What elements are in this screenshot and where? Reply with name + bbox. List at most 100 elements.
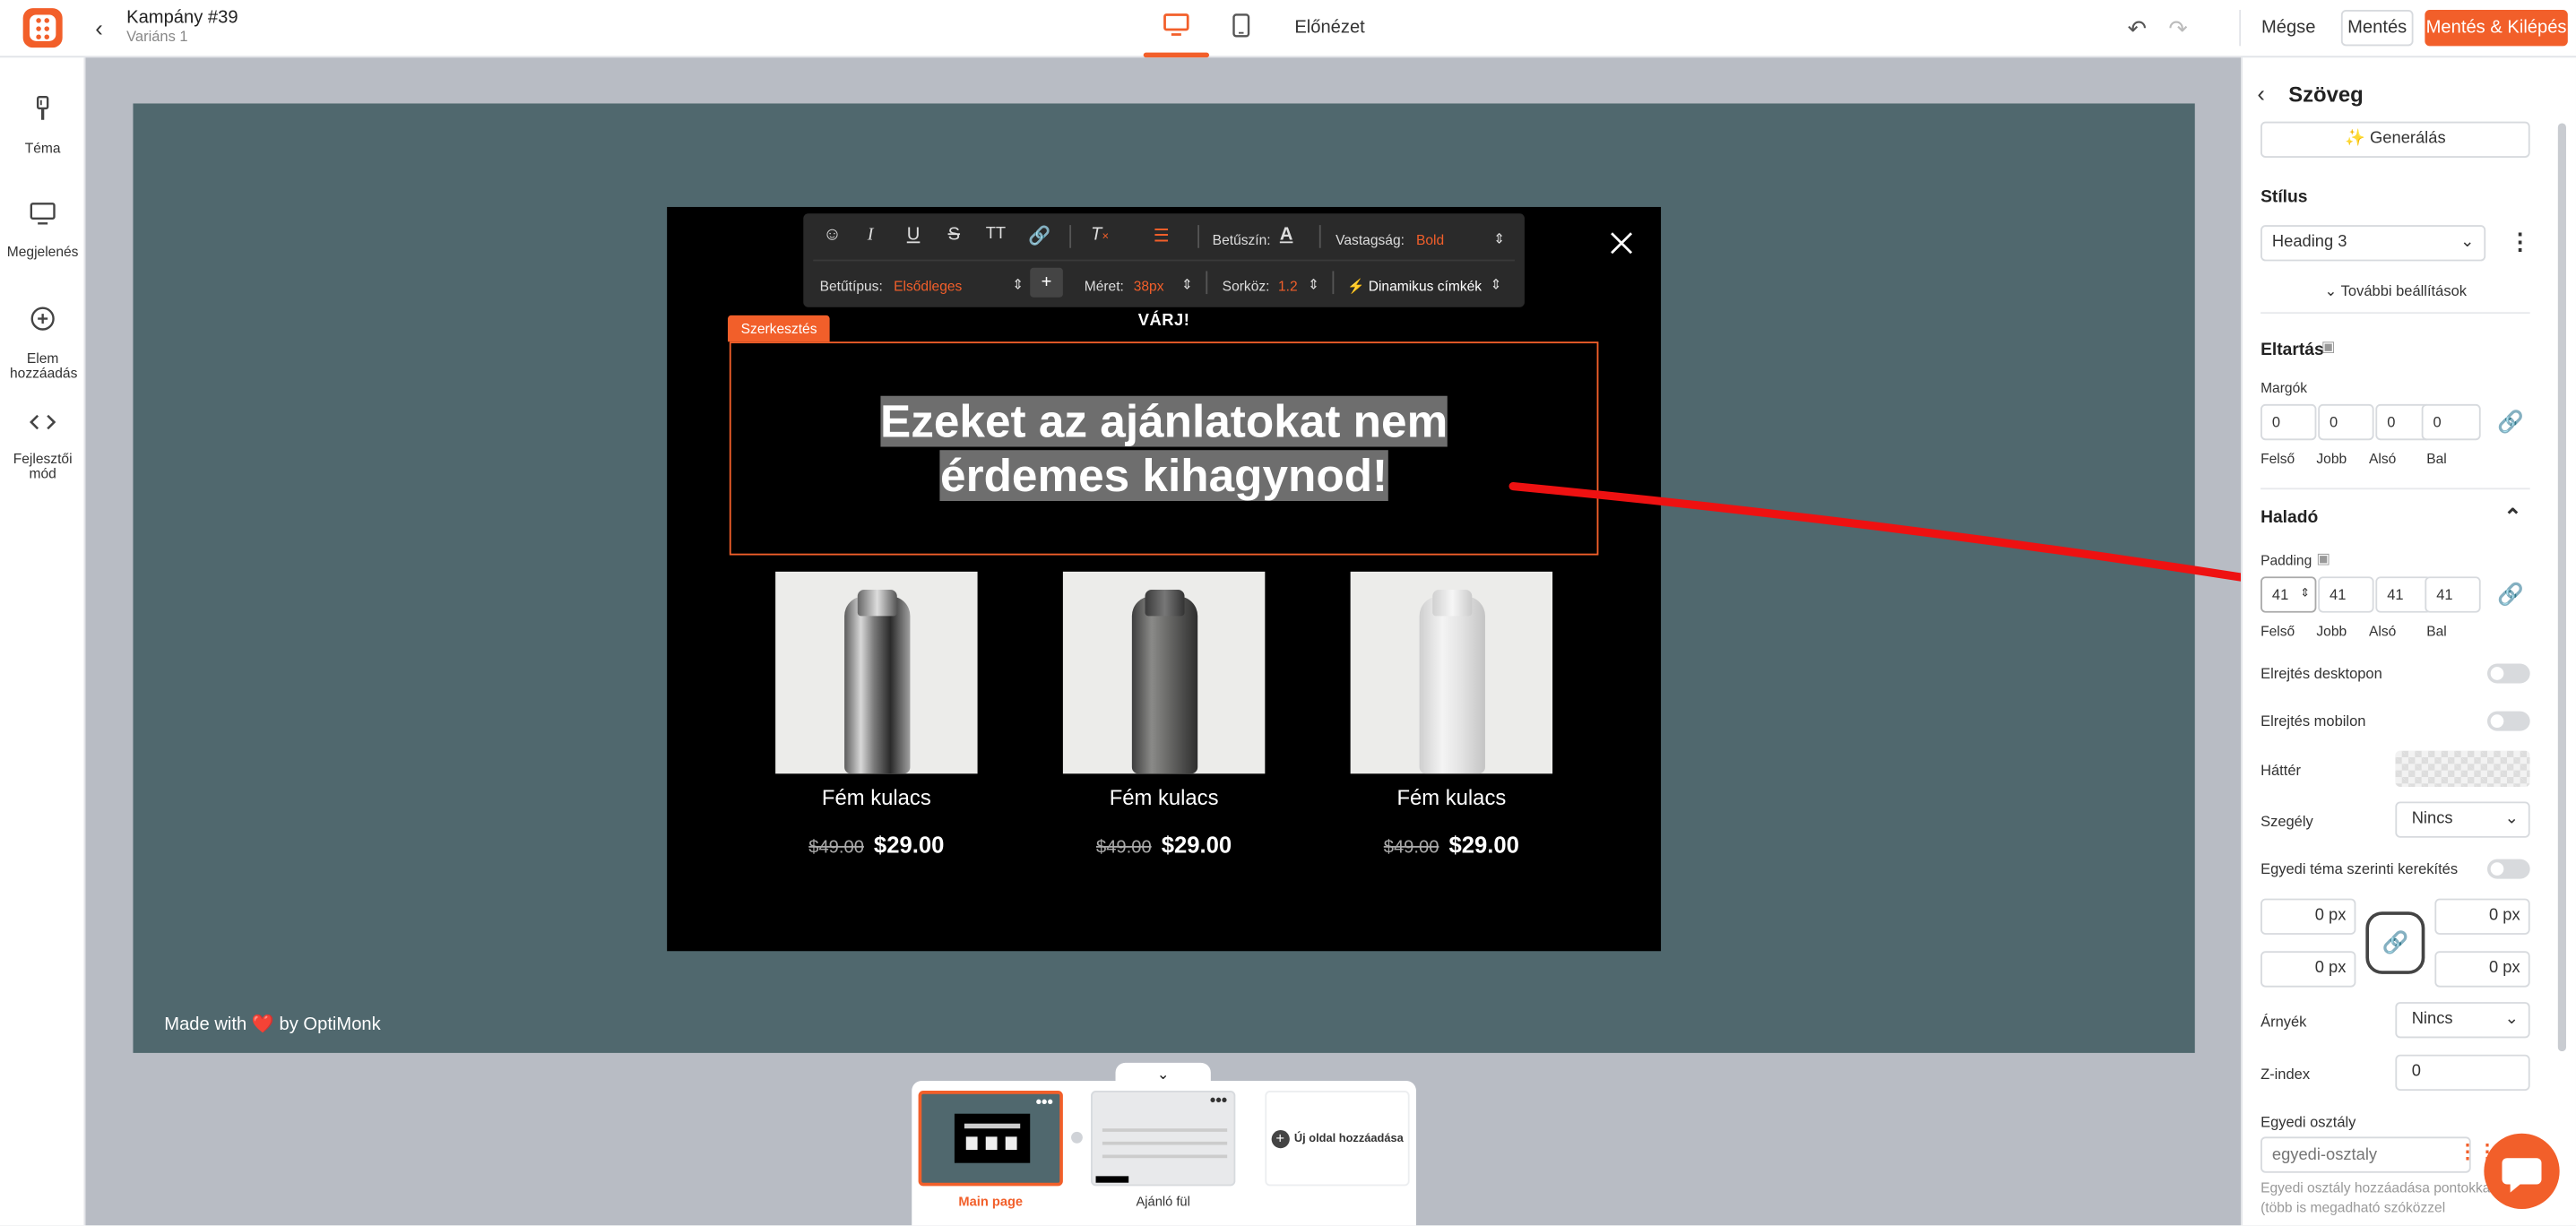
custom-class-input[interactable]: [2260, 1136, 2471, 1173]
align-center-icon[interactable]: ☰: [1154, 225, 1170, 246]
clear-format-icon[interactable]: T×: [1091, 225, 1109, 245]
strikethrough-icon[interactable]: S: [948, 225, 960, 245]
chevron-down-icon[interactable]: ⌄: [1115, 1062, 1211, 1086]
plus-circle-icon: [0, 306, 85, 340]
page-thumb-tab[interactable]: •••: [1091, 1091, 1236, 1187]
old-price: $49.00: [1383, 837, 1439, 858]
style-select[interactable]: Heading 3 ⌄: [2260, 225, 2486, 262]
product-price[interactable]: $49.00 $29.00: [775, 831, 977, 860]
underline-icon[interactable]: U: [907, 225, 921, 245]
headline-line-2: érdemes kihagynod!: [940, 450, 1388, 502]
radius-top-left-input[interactable]: 0 px: [2260, 898, 2356, 935]
dynamic-tags-button[interactable]: ⚡ Dinamikus címkék: [1347, 278, 1482, 296]
sidebar-item-add-element[interactable]: Elem hozzáadás: [0, 306, 85, 382]
side-label: Alsó: [2369, 622, 2397, 639]
product-name[interactable]: Fém kulacs: [775, 785, 977, 809]
more-vertical-icon[interactable]: ⋮: [2509, 229, 2532, 256]
border-value: Nincs: [2411, 809, 2453, 828]
advanced-heading[interactable]: Haladó: [2260, 507, 2318, 527]
hide-desktop-label: Elrejtés desktopon: [2260, 665, 2382, 682]
padding-top-input[interactable]: 41 ⇕: [2260, 576, 2317, 613]
italic-icon[interactable]: I: [868, 225, 874, 245]
chevron-up-icon[interactable]: ⌃: [2503, 505, 2521, 531]
margin-left-input[interactable]: 0: [2421, 403, 2481, 441]
close-icon[interactable]: [1608, 230, 1634, 256]
save-button[interactable]: Mentés: [2340, 9, 2414, 47]
campaign-title: Kampány #39: [126, 8, 238, 29]
product-name[interactable]: Fém kulacs: [1063, 785, 1265, 809]
margins-label: Margók: [2260, 379, 2308, 396]
more-icon[interactable]: •••: [1210, 1092, 1227, 1110]
border-label: Szegély: [2260, 813, 2313, 830]
side-label: Felső: [2260, 622, 2295, 639]
hide-desktop-toggle[interactable]: [2487, 663, 2530, 684]
margin-right-input[interactable]: 0: [2318, 403, 2374, 441]
side-label: Felső: [2260, 450, 2295, 467]
margin-top-input[interactable]: 0: [2260, 403, 2317, 441]
chevron-updown-icon: ⇕: [1493, 229, 1506, 246]
redo-icon[interactable]: ↷: [2168, 14, 2188, 42]
border-select[interactable]: Nincs ⌄: [2395, 801, 2530, 838]
add-page-button[interactable]: + Új oldal hozzáadása: [1265, 1091, 1410, 1187]
font-weight-select[interactable]: Bold: [1416, 231, 1444, 247]
padding-label: Padding: [2260, 551, 2312, 569]
link-icon[interactable]: 🔗: [1028, 225, 1050, 246]
shadow-select[interactable]: Nincs ⌄: [2395, 1002, 2530, 1039]
hide-mobile-toggle[interactable]: [2487, 711, 2530, 731]
heart-icon: ❤️: [251, 1014, 274, 1035]
radius-bottom-right-input[interactable]: 0 px: [2434, 951, 2530, 988]
padding-bottom-input[interactable]: 41: [2375, 576, 2432, 613]
product-image[interactable]: [775, 571, 978, 774]
product-image[interactable]: [1062, 571, 1266, 774]
panel-scrollbar[interactable]: [2557, 123, 2566, 1052]
text-case-icon[interactable]: TT: [986, 225, 1006, 243]
undo-icon[interactable]: ↶: [2128, 14, 2148, 42]
edit-tag[interactable]: Szerkesztés: [727, 315, 831, 342]
font-size-input[interactable]: 38px: [1134, 278, 1164, 294]
font-size-label: Méret:: [1084, 277, 1124, 295]
preview-button[interactable]: Előnézet: [1294, 18, 1364, 38]
more-settings-link[interactable]: ⌄ További beállítások: [2325, 282, 2467, 300]
desktop-icon[interactable]: [1163, 13, 1189, 43]
radius-link-icon[interactable]: 🔗: [2365, 911, 2425, 974]
product-name[interactable]: Fém kulacs: [1351, 785, 1552, 809]
background-color-picker[interactable]: [2395, 750, 2530, 787]
spinner-icon[interactable]: ⇕: [2300, 578, 2310, 611]
back-icon[interactable]: ‹: [2257, 81, 2265, 107]
product-price[interactable]: $49.00 $29.00: [1351, 831, 1552, 860]
link-icon[interactable]: 🔗: [2497, 582, 2524, 608]
hide-mobile-label: Elrejtés mobilon: [2260, 712, 2366, 730]
more-icon[interactable]: •••: [1036, 1094, 1053, 1112]
font-family-select[interactable]: Elsődleges: [894, 278, 962, 294]
panel-title: Szöveg: [2288, 82, 2364, 108]
line-height-input[interactable]: 1.2: [1278, 278, 1298, 294]
divider: [2260, 312, 2530, 315]
radius-top-right-input[interactable]: 0 px: [2434, 898, 2530, 935]
sidebar-item-appearance[interactable]: Megjelenés: [0, 202, 85, 259]
product-image[interactable]: [1350, 571, 1553, 774]
radius-bottom-left-input[interactable]: 0 px: [2260, 951, 2356, 988]
save-exit-button[interactable]: Mentés & Kilépés: [2425, 9, 2568, 47]
font-color-icon[interactable]: A: [1280, 225, 1293, 245]
font-color-label: Betűszín:: [1212, 231, 1271, 248]
sidebar-item-dev-mode[interactable]: Fejlesztői mód: [0, 412, 85, 481]
bottle-graphite: [1131, 596, 1198, 774]
popup-headline[interactable]: Ezeket az ajánlatokat nem érdemes kihagy…: [730, 394, 1599, 503]
custom-radius-toggle[interactable]: [2487, 859, 2530, 879]
page-thumb-main[interactable]: •••: [918, 1091, 1063, 1187]
cancel-button[interactable]: Mégse: [2254, 10, 2323, 46]
toolbar-divider: [1206, 271, 1208, 295]
font-add-button[interactable]: +: [1030, 267, 1063, 298]
padding-right-input[interactable]: 41: [2318, 576, 2374, 613]
mobile-icon[interactable]: [1232, 13, 1250, 45]
chat-button[interactable]: [2484, 1133, 2560, 1210]
padding-left-input[interactable]: 41: [2425, 576, 2481, 613]
product-price[interactable]: $49.00 $29.00: [1063, 831, 1265, 860]
link-icon[interactable]: 🔗: [2497, 409, 2524, 435]
back-icon[interactable]: ‹: [95, 14, 103, 40]
zindex-input[interactable]: 0: [2395, 1054, 2530, 1092]
sidebar-item-theme[interactable]: Téma: [0, 95, 85, 156]
optimonk-logo[interactable]: [22, 8, 63, 48]
emoji-icon[interactable]: ☺: [823, 225, 842, 245]
generate-button[interactable]: ✨ Generálás: [2260, 121, 2530, 158]
